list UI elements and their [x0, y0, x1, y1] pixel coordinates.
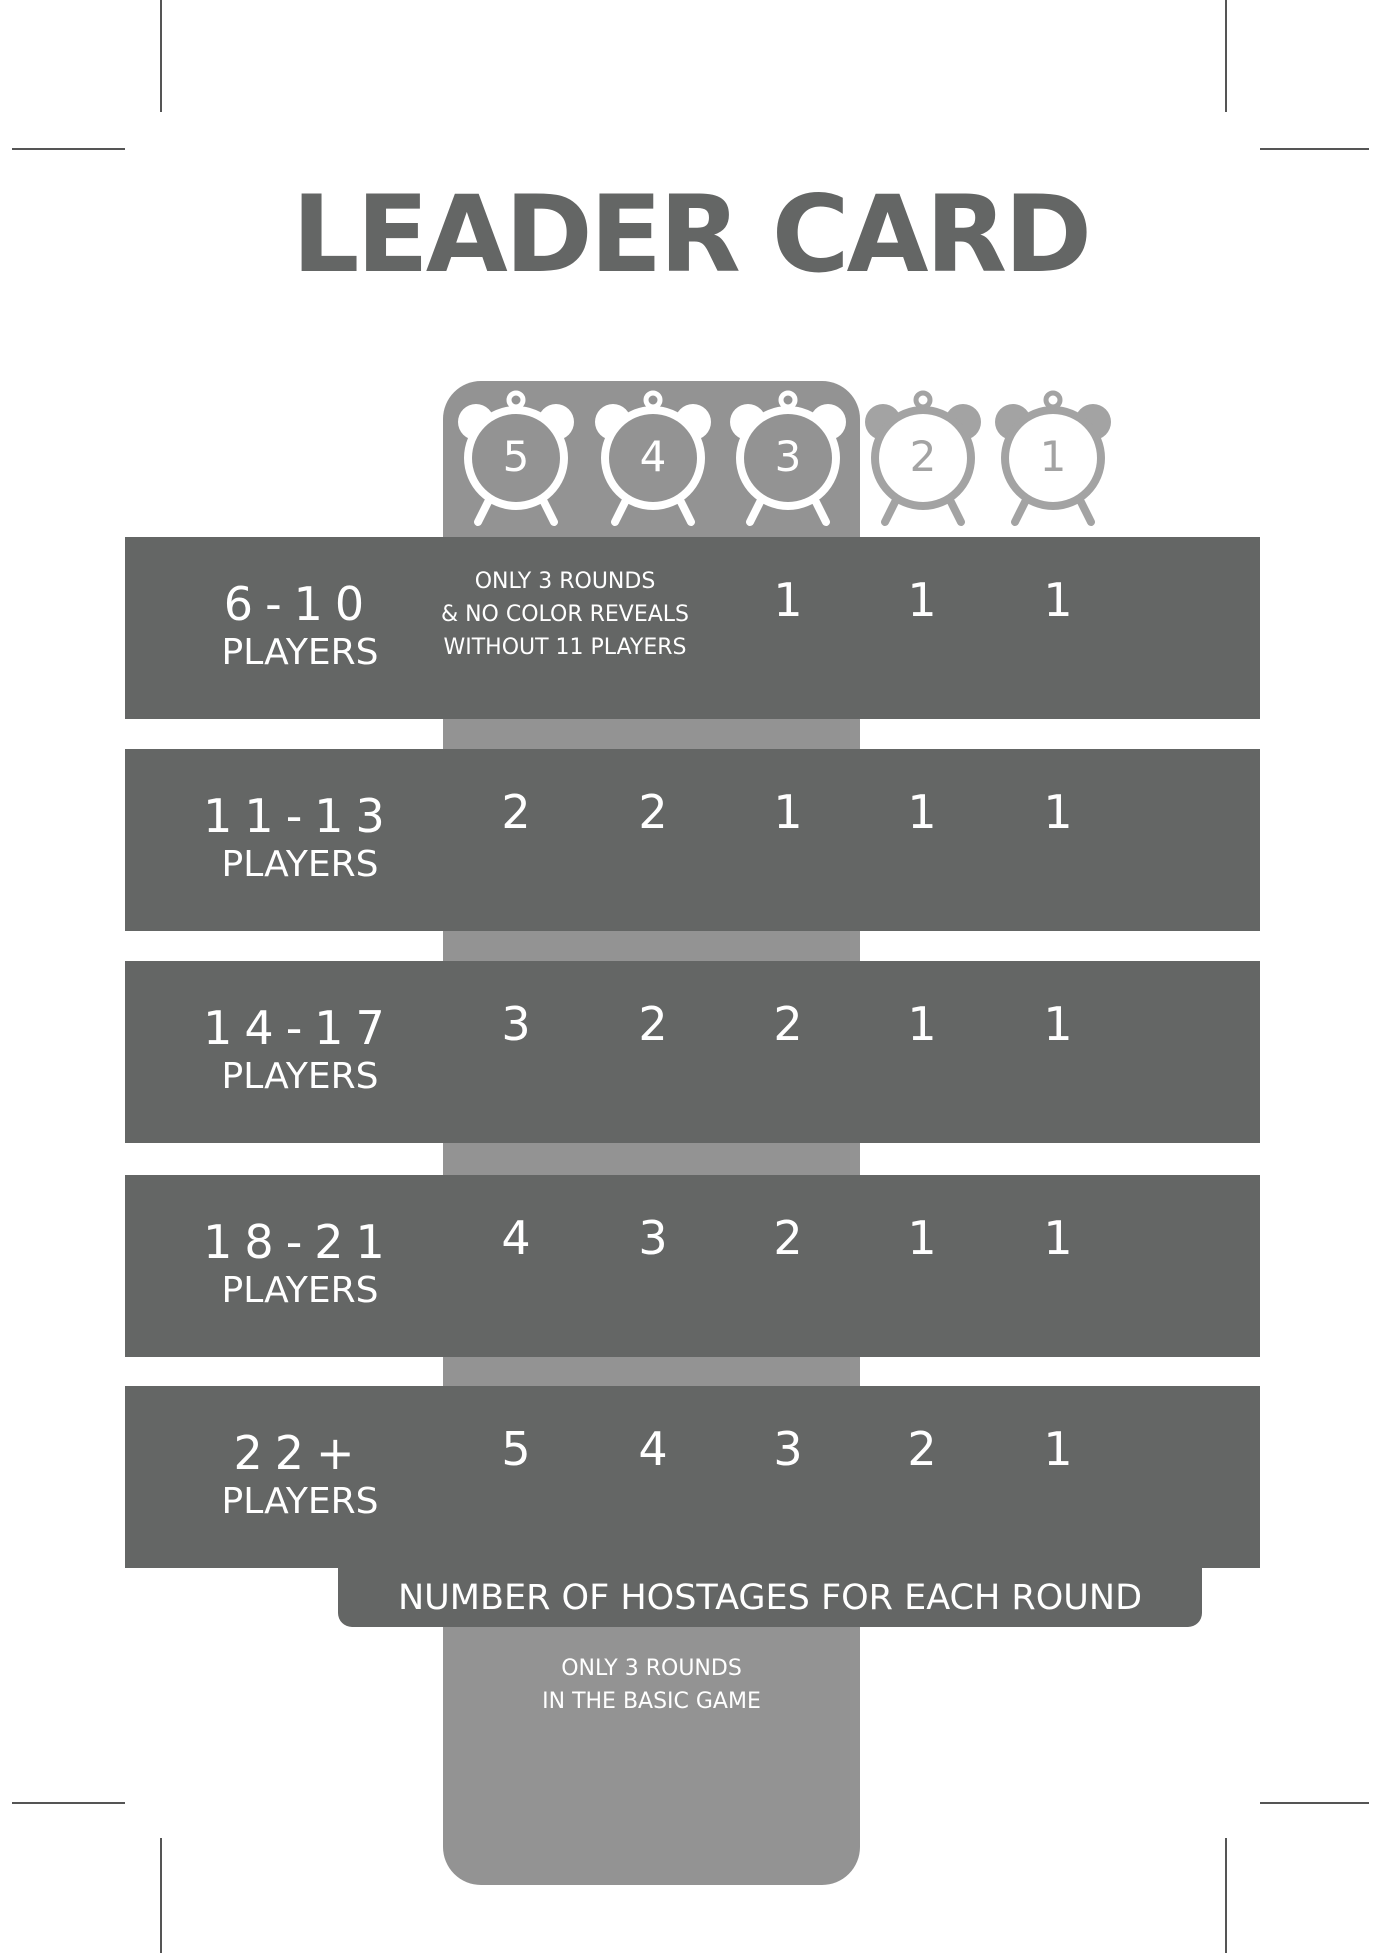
alarm-clock-icon: 3 [726, 390, 850, 530]
crop-mark-bottom-left [160, 1838, 162, 1953]
row-note: ONLY 3 ROUNDS & NO COLOR REVEALS WITHOUT 1… [425, 565, 705, 664]
clock-round-number: 4 [639, 432, 667, 481]
player-range: 6-10 [223, 577, 377, 631]
players-label: PLAYERS [221, 1056, 379, 1097]
clock-round-number: 2 [909, 432, 937, 481]
row-note-line: WITHOUT 11 PLAYERS [443, 635, 687, 660]
table-row: 18-21 PLAYERS 4 3 2 1 1 [125, 1175, 1260, 1357]
players-label: PLAYERS [221, 844, 379, 885]
clock-round-number: 3 [774, 432, 802, 481]
crop-mark-top-right [1260, 148, 1369, 150]
hostage-count-cell: 2 [773, 997, 803, 1051]
clock-round-number: 1 [1039, 432, 1067, 481]
row-note-line: & NO COLOR REVEALS [440, 602, 690, 627]
hostage-count-cell: 4 [501, 1211, 531, 1265]
crop-mark-top-left [12, 148, 125, 150]
crop-mark-bottom-right [1225, 1838, 1227, 1953]
card-title: LEADER CARD [291, 173, 1092, 296]
hostage-count-cell: 1 [907, 573, 937, 627]
crop-mark-bottom-left [12, 1802, 125, 1804]
hostage-count-cell: 1 [1043, 785, 1073, 839]
hostage-count-cell: 3 [773, 1422, 803, 1476]
hostage-count-cell: 1 [1043, 573, 1073, 627]
alarm-clock-icon: 4 [591, 390, 715, 530]
hostage-count-cell: 1 [907, 997, 937, 1051]
hostage-count-cell: 2 [638, 997, 668, 1051]
table-row: 6-10 PLAYERS ONLY 3 ROUNDS & NO COLOR REVEA… [125, 537, 1260, 719]
basic-game-note: ONLY 3 ROUNDS IN THE BASIC GAME [443, 1652, 860, 1718]
alarm-clock-icon: 2 [861, 390, 985, 530]
table-row: 11-13 PLAYERS 2 2 1 1 1 [125, 749, 1260, 931]
player-range: 22+ [233, 1426, 367, 1480]
hostage-count-cell: 3 [501, 997, 531, 1051]
basic-game-note-line: ONLY 3 ROUNDS [561, 1656, 742, 1681]
crop-mark-bottom-right [1260, 1802, 1369, 1804]
players-label: PLAYERS [221, 632, 379, 673]
table-row: 22+ PLAYERS 5 4 3 2 1 [125, 1386, 1260, 1568]
hostage-count-cell: 1 [773, 573, 803, 627]
players-label: PLAYERS [221, 1270, 379, 1311]
player-range: 18-21 [203, 1215, 397, 1269]
alarm-clock-icon: 1 [991, 390, 1115, 530]
hostage-count-cell: 2 [907, 1422, 937, 1476]
crop-mark-top-right [1225, 0, 1227, 112]
hostage-count-cell: 1 [773, 785, 803, 839]
hostage-count-cell: 3 [638, 1211, 668, 1265]
alarm-clock-icon: 5 [454, 390, 578, 530]
hostage-count-cell: 4 [638, 1422, 668, 1476]
basic-game-note-line: IN THE BASIC GAME [542, 1689, 761, 1714]
table-row: 14-17 PLAYERS 3 2 2 1 1 [125, 961, 1260, 1143]
hostage-count-cell: 2 [501, 785, 531, 839]
crop-mark-top-left [160, 0, 162, 112]
hostage-count-cell: 2 [773, 1211, 803, 1265]
clock-round-number: 5 [502, 432, 530, 481]
hostage-count-cell: 5 [501, 1422, 531, 1476]
player-range: 11-13 [203, 789, 397, 843]
hostage-count-cell: 2 [638, 785, 668, 839]
row-note-line: ONLY 3 ROUNDS [474, 569, 656, 594]
hostages-per-round-label: NUMBER OF HOSTAGES FOR EACH ROUND [338, 1567, 1202, 1627]
hostage-count-cell: 1 [1043, 1422, 1073, 1476]
player-range: 14-17 [203, 1001, 397, 1055]
hostage-count-cell: 1 [907, 785, 937, 839]
players-label: PLAYERS [221, 1481, 379, 1522]
hostage-count-cell: 1 [907, 1211, 937, 1265]
hostage-count-cell: 1 [1043, 1211, 1073, 1265]
hostage-count-cell: 1 [1043, 997, 1073, 1051]
